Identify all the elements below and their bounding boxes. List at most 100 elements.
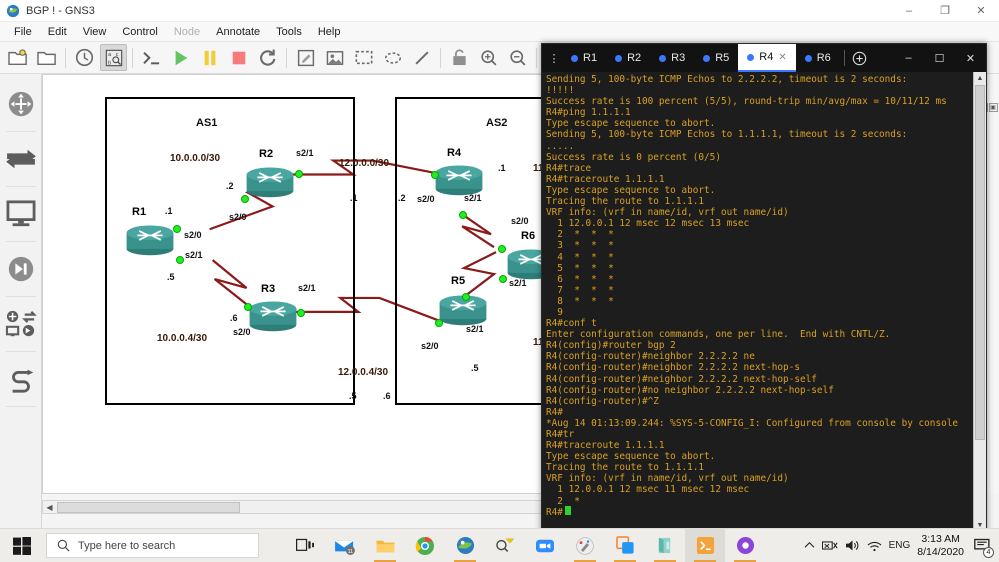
wifi-icon[interactable] [867,540,882,552]
menu-annotate[interactable]: Annotate [208,24,268,40]
terminal-tab-r1[interactable]: R1 [562,44,606,72]
gns3-icon[interactable] [445,529,485,562]
draw-ellipse-icon[interactable] [379,44,406,71]
terminal-scroll-up-arrow[interactable]: ▲ [974,72,986,85]
lock-icon[interactable] [446,44,473,71]
zoom-in-icon[interactable] [475,44,502,71]
paint-icon[interactable] [565,529,605,562]
start-icon[interactable] [167,44,194,71]
add-note-icon[interactable] [292,44,319,71]
new-project-icon[interactable] [4,44,31,71]
draw-line-icon[interactable] [408,44,435,71]
new-tab-icon[interactable] [849,44,871,72]
router-node-r3[interactable] [245,297,301,333]
maximize-button[interactable]: ❐ [927,0,963,22]
router-node-r1[interactable] [122,221,178,257]
port-dot-r5-s20[interactable] [435,319,443,327]
tab-status-dot [615,54,623,62]
stop-icon[interactable] [225,44,252,71]
sidebar-routers[interactable] [2,82,40,126]
scroll-left-arrow[interactable]: ◀ [43,501,56,513]
wireshark-icon[interactable] [485,529,525,562]
sidebar-add-link[interactable] [2,357,40,401]
task-view-icon[interactable] [285,529,325,562]
insert-image-icon[interactable] [321,44,348,71]
recent-projects-icon[interactable] [71,44,98,71]
terminal-tab-r4[interactable]: R4 ✕ [738,44,796,72]
reload-icon[interactable] [254,44,281,71]
menu-control[interactable]: Control [114,24,165,40]
iface-label-r2-s21: s2/1 [296,148,314,158]
mail-icon[interactable]: 11 [325,529,365,562]
port-dot-r6-s20[interactable] [498,245,506,253]
notification-center-icon[interactable]: 4 [971,535,994,558]
chrome-icon[interactable] [405,529,445,562]
ip-label-r4-s20: .2 [398,193,406,203]
port-dot-r6-s21[interactable] [499,275,507,283]
zoom-icon[interactable] [525,529,565,562]
port-dot-r4-s21[interactable] [459,211,467,219]
menu-view[interactable]: View [75,24,115,40]
port-dot-r1-s21[interactable] [176,256,184,264]
sidebar-all-devices[interactable] [2,302,40,346]
system-tray: ENG 3:13 AM 8/14/2020 4 [804,533,999,559]
terminal-minimize-button[interactable]: – [893,44,924,72]
minimize-button[interactable]: – [891,0,927,22]
screenshot-icon[interactable]: a c b [100,44,127,71]
zoom-out-icon[interactable] [504,44,531,71]
terminal-menu-icon[interactable]: ⋮ [546,44,562,72]
port-dot-r2-s20[interactable] [241,195,249,203]
terminal-icon[interactable] [685,528,725,562]
terminal-tab-r5[interactable]: R5 [694,44,738,72]
tab-status-dot [703,54,711,62]
language-indicator[interactable]: ENG [889,540,911,551]
sidebar-switches[interactable] [2,137,40,181]
open-project-icon[interactable] [33,44,60,71]
onenote-icon[interactable] [645,529,685,562]
menu-help[interactable]: Help [310,24,349,40]
clock[interactable]: 3:13 AM 8/14/2020 [917,533,964,559]
ip-label-link124-6: .6 [383,391,391,401]
pause-icon[interactable] [196,44,223,71]
menu-edit[interactable]: Edit [40,24,75,40]
port-dot-r3-s20[interactable] [244,303,252,311]
terminal-tab-r6[interactable]: R6 [796,44,840,72]
panel-expand-icon[interactable]: ▣ [988,102,998,112]
tray-expand-icon[interactable] [804,541,815,550]
file-explorer-icon[interactable] [365,529,405,562]
router-label-r3: R3 [261,283,276,295]
menubar: File Edit View Control Node Annotate Too… [0,22,999,42]
sidebar-security-devices[interactable] [2,247,40,291]
port-dot-r1-s20[interactable] [173,225,181,233]
search-input[interactable]: Type here to search [46,533,259,558]
volume-icon[interactable] [845,539,860,552]
vmware-icon[interactable] [605,529,645,562]
tab-status-dot [571,54,578,62]
terminal-scrollbar[interactable]: ▲ ▼ [973,72,986,532]
port-dot-r5-s21[interactable] [462,293,470,301]
port-dot-r4-s20[interactable] [431,171,439,179]
terminal-output-area[interactable]: Sending 5, 100-byte ICMP Echos to 2.2.2.… [542,72,986,532]
menu-file[interactable]: File [6,24,40,40]
sidebar-end-devices[interactable] [2,192,40,236]
terminal-scroll-thumb[interactable] [975,85,985,440]
terminal-tab-r3[interactable]: R3 [650,44,694,72]
tab-close-icon[interactable]: ✕ [778,52,786,63]
search-placeholder: Type here to search [78,539,176,552]
menu-tools[interactable]: Tools [268,24,310,40]
start-button[interactable] [0,529,44,562]
router-node-r2[interactable] [242,163,298,199]
browser-icon[interactable] [725,529,765,562]
draw-rectangle-icon[interactable] [350,44,377,71]
router-node-r4[interactable] [431,161,487,197]
sidebar-divider [5,351,36,352]
terminal-tab-r2[interactable]: R2 [606,44,650,72]
console-icon[interactable] [138,44,165,71]
terminal-close-button[interactable]: ✕ [955,44,986,72]
port-dot-r3-s21[interactable] [297,309,305,317]
terminal-maximize-button[interactable]: ☐ [924,44,955,72]
hscroll-thumb[interactable] [57,501,240,513]
port-dot-r2-s21[interactable] [295,170,303,178]
network-icon[interactable] [821,539,838,552]
close-button[interactable]: ✕ [963,0,999,22]
